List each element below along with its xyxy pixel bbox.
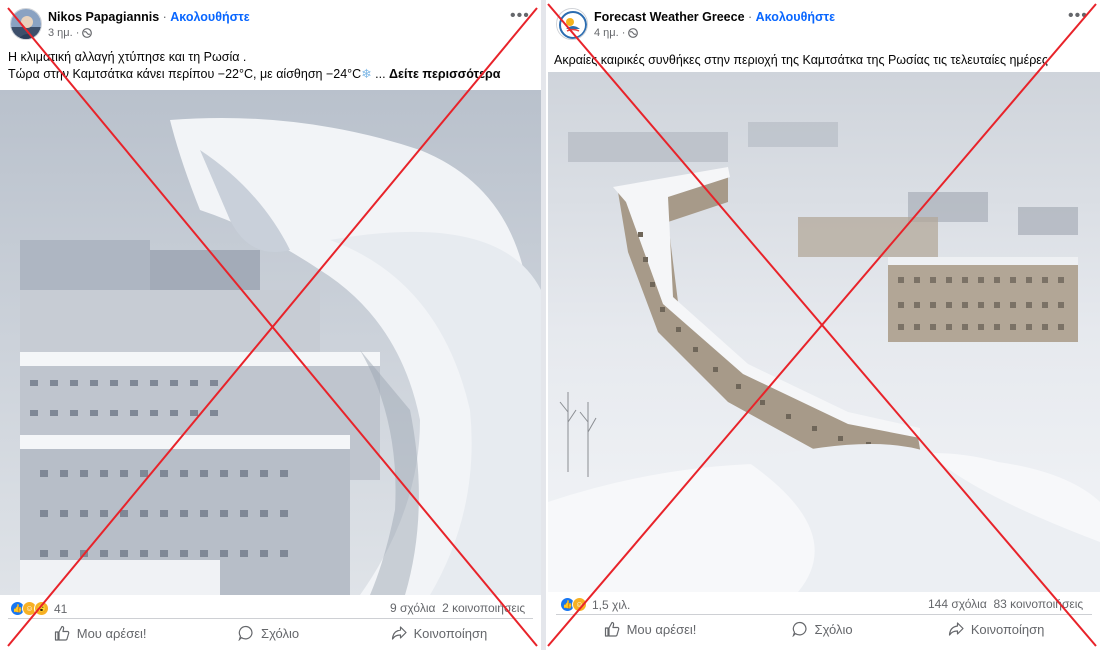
post-meta: 3 ημ. · [48, 27, 93, 39]
caption-line: Τώρα στην Καμτσάτκα κάνει περίπου −22°C,… [8, 66, 500, 83]
post-left: Nikos Papagiannis · Ακολουθήστε 3 ημ. · … [0, 0, 541, 650]
more-options-icon[interactable]: ••• [510, 8, 530, 24]
post-meta: 4 ημ. · [594, 27, 639, 39]
caption-text: Τώρα στην Καμτσάτκα κάνει περίπου −22°C,… [8, 67, 362, 81]
comments-count[interactable]: 9 σχόλια [390, 601, 435, 615]
follow-button[interactable]: Ακολουθήστε [756, 10, 835, 24]
care-reaction-icon: ☺ [572, 597, 587, 612]
reactions-summary[interactable]: 👍 ☺ 😮 41 [10, 601, 67, 616]
like-icon [604, 621, 619, 637]
post-header: Nikos Papagiannis · Ακολουθήστε [48, 10, 250, 24]
comments-count[interactable]: 144 σχόλια [928, 597, 987, 611]
comment-button[interactable]: Σχόλιο [791, 621, 853, 637]
wow-reaction-icon: 😮 [34, 601, 49, 616]
like-button[interactable]: Μου αρέσει! [604, 621, 697, 637]
comment-label: Σχόλιο [261, 625, 300, 641]
comment-label: Σχόλιο [814, 621, 853, 637]
separator: · [744, 10, 756, 24]
more-options-icon[interactable]: ••• [1068, 8, 1088, 24]
share-icon [948, 622, 964, 636]
shares-count[interactable]: 2 κοινοποιήσεις [442, 601, 525, 615]
caption-line: Η κλιματική αλλαγή χτύπησε και τη Ρωσία … [8, 50, 247, 64]
comment-icon [238, 625, 253, 641]
ellipsis: ... [371, 67, 390, 81]
post-time[interactable]: 4 ημ. · [594, 27, 625, 39]
like-label: Μου αρέσει! [626, 621, 697, 637]
post-header: Forecast Weather Greece · Ακολουθήστε [594, 10, 835, 24]
snowstorm-photo[interactable] [0, 90, 541, 595]
snowstorm-photo[interactable] [548, 72, 1100, 592]
separator: · [159, 10, 171, 24]
share-icon [391, 626, 407, 640]
see-more-link[interactable]: Δείτε περισσότερα [389, 67, 500, 81]
post-time[interactable]: 3 ημ. · [48, 27, 79, 39]
share-button[interactable]: Κοινοποίηση [948, 621, 1045, 637]
share-label: Κοινοποίηση [413, 625, 488, 641]
author-name[interactable]: Nikos Papagiannis [48, 10, 159, 24]
post-caption: Ακραίες καιρικές συνθήκες στην περιοχή τ… [554, 52, 1048, 69]
avatar[interactable] [556, 8, 588, 40]
reaction-count: 1,5 χιλ. [592, 597, 631, 612]
post-right: Forecast Weather Greece · Ακολουθήστε 4 … [546, 0, 1100, 650]
globe-icon [628, 28, 639, 38]
avatar[interactable] [10, 8, 42, 40]
caption-line: Ακραίες καιρικές συνθήκες στην περιοχή τ… [554, 53, 1048, 67]
share-button[interactable]: Κοινοποίηση [391, 625, 488, 641]
snowflake-icon: ❄ [361, 67, 372, 81]
like-icon [54, 625, 70, 641]
post-actions: Μου αρέσει! Σχόλιο Κοινοποίηση [8, 618, 533, 647]
like-button[interactable]: Μου αρέσει! [54, 625, 147, 641]
comment-icon [791, 621, 807, 637]
post-stats: 9 σχόλια 2 κοινοποιήσεις [390, 601, 525, 615]
shares-count[interactable]: 83 κοινοποιήσεις [993, 597, 1083, 611]
author-name[interactable]: Forecast Weather Greece [594, 10, 745, 24]
comment-button[interactable]: Σχόλιο [238, 625, 299, 641]
reaction-count: 41 [54, 601, 68, 616]
post-stats: 144 σχόλια 83 κοινοποιήσεις [928, 597, 1083, 611]
post-caption: Η κλιματική αλλαγή χτύπησε και τη Ρωσία … [8, 49, 500, 83]
post-actions: Μου αρέσει! Σχόλιο Κοινοποίηση [556, 614, 1092, 643]
like-label: Μου αρέσει! [76, 625, 147, 641]
follow-button[interactable]: Ακολουθήστε [170, 10, 249, 24]
reactions-summary[interactable]: 👍 ☺ 1,5 χιλ. [560, 597, 630, 612]
share-label: Κοινοποίηση [970, 621, 1045, 637]
globe-icon [82, 28, 93, 38]
